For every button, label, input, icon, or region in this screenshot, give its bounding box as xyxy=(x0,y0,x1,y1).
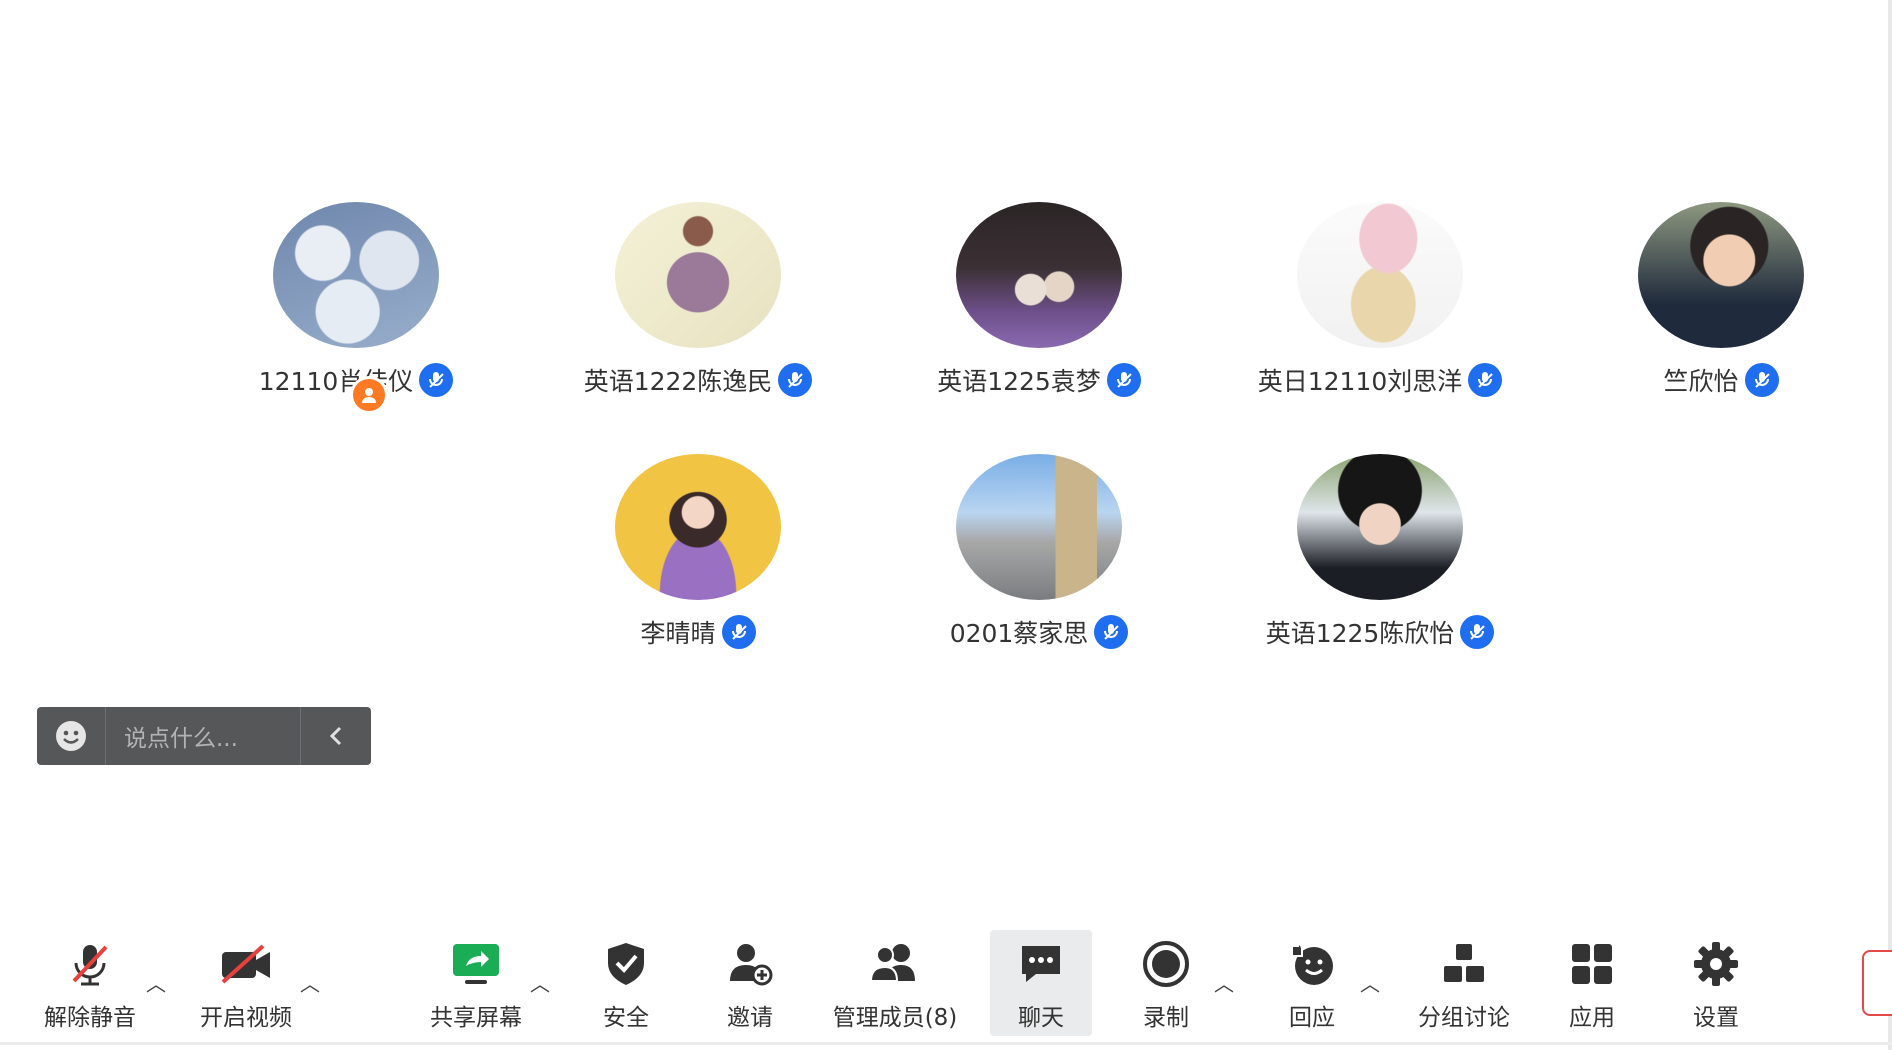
host-badge xyxy=(350,376,388,414)
manage-members-button[interactable]: 管理成员(8) xyxy=(820,930,970,1036)
invite-label: 邀请 xyxy=(727,1005,773,1031)
participant-name: 英语1225陈欣怡 xyxy=(1265,619,1455,648)
person-icon xyxy=(362,388,376,403)
participant-tile[interactable]: 0201蔡家思 xyxy=(889,454,1189,650)
chevron-up-icon[interactable]: ︿ xyxy=(146,968,166,997)
participant-name: 0201蔡家思 xyxy=(949,619,1089,648)
mic-muted-icon xyxy=(72,945,108,986)
participant-tile[interactable]: 英日12110刘思洋 xyxy=(1230,202,1530,398)
mic-icon xyxy=(1106,363,1141,397)
participant-tile[interactable]: 李晴晴 xyxy=(548,454,848,650)
unmute-label: 解除静音 xyxy=(44,1005,136,1031)
gear-icon xyxy=(1694,942,1738,986)
smiley-icon xyxy=(56,721,86,751)
meeting-toolbar: 解除静音 ︿ 开启视频 ︿ 共享屏幕 ︿ 安全 邀请 管理成员(8) 聊天 录制… xyxy=(0,930,1892,1045)
reaction-label: 回应 xyxy=(1289,1005,1335,1031)
chat-button[interactable]: 聊天 xyxy=(990,930,1092,1036)
record-label: 录制 xyxy=(1143,1005,1189,1031)
invite-button[interactable]: 邀请 xyxy=(714,930,786,1036)
avatar xyxy=(273,202,439,348)
participant-name: 12110肖佳仪 xyxy=(258,367,414,396)
chat-placeholder[interactable]: 说点什么... xyxy=(106,719,300,753)
breakout-button[interactable]: 分组讨论 xyxy=(1408,930,1520,1036)
mic-icon xyxy=(1744,363,1779,397)
chat-quick-input[interactable]: 说点什么... xyxy=(37,707,371,765)
breakout-label: 分组讨论 xyxy=(1418,1005,1510,1031)
security-label: 安全 xyxy=(603,1005,649,1031)
chevron-up-icon[interactable]: ︿ xyxy=(1214,968,1234,997)
avatar xyxy=(956,454,1122,600)
apps-button[interactable]: 应用 xyxy=(1556,930,1628,1036)
chevron-up-icon[interactable]: ︿ xyxy=(530,968,550,997)
participant-gallery: 12110肖佳仪 英语1222陈逸民 英语1225袁梦 英日12110刘思洋 竺… xyxy=(0,0,1892,700)
chevron-up-icon[interactable]: ︿ xyxy=(300,968,320,997)
camera-off-icon xyxy=(221,944,270,984)
start-video-button[interactable]: 开启视频 xyxy=(190,930,302,1036)
start-video-label: 开启视频 xyxy=(200,1005,292,1031)
avatar xyxy=(615,454,781,600)
participant-name: 英语1225袁梦 xyxy=(937,367,1101,396)
leave-button[interactable] xyxy=(1862,950,1892,1016)
avatar xyxy=(1297,202,1463,348)
participant-name: 竺欣怡 xyxy=(1663,367,1739,396)
breakout-rooms-icon xyxy=(1444,944,1484,982)
mic-icon xyxy=(721,615,756,649)
emoji-button[interactable] xyxy=(37,707,106,765)
chat-bubble-icon xyxy=(1022,946,1060,982)
apps-grid-icon xyxy=(1572,944,1612,984)
chat-label: 聊天 xyxy=(1018,1005,1064,1031)
shield-icon xyxy=(608,943,644,985)
mic-icon xyxy=(1460,615,1495,649)
participant-name: 李晴晴 xyxy=(640,619,716,648)
avatar xyxy=(1638,202,1804,348)
apps-label: 应用 xyxy=(1569,1005,1615,1031)
mic-icon xyxy=(778,363,813,397)
invite-user-icon xyxy=(730,944,773,986)
mic-icon xyxy=(1468,363,1503,397)
manage-members-label: 管理成员(8) xyxy=(832,1005,958,1031)
record-icon xyxy=(1143,941,1189,987)
unmute-button[interactable]: 解除静音 xyxy=(34,930,146,1036)
avatar xyxy=(956,202,1122,348)
share-screen-button[interactable]: 共享屏幕 xyxy=(420,930,532,1036)
avatar xyxy=(615,202,781,348)
participant-tile[interactable]: 英语1225袁梦 xyxy=(889,202,1189,398)
members-icon xyxy=(869,944,915,982)
participant-tile[interactable]: 12110肖佳仪 xyxy=(206,202,506,414)
chevron-up-icon[interactable]: ︿ xyxy=(1360,968,1380,997)
mic-icon xyxy=(1094,615,1129,649)
reaction-button[interactable]: 回应 xyxy=(1276,930,1348,1036)
security-button[interactable]: 安全 xyxy=(590,930,662,1036)
avatar xyxy=(1297,454,1463,600)
share-screen-label: 共享屏幕 xyxy=(430,1005,522,1031)
participant-tile[interactable]: 竺欣怡 xyxy=(1571,202,1871,398)
participant-tile[interactable]: 英语1222陈逸民 xyxy=(548,202,848,398)
participant-name: 英语1222陈逸民 xyxy=(583,367,773,396)
chevron-left-icon xyxy=(329,726,342,746)
participant-name: 英日12110刘思洋 xyxy=(1257,367,1463,396)
mic-icon xyxy=(419,363,454,397)
participant-tile[interactable]: 英语1225陈欣怡 xyxy=(1230,454,1530,650)
reaction-icon xyxy=(1291,942,1333,985)
collapse-button[interactable] xyxy=(300,707,371,765)
settings-button[interactable]: 设置 xyxy=(1680,930,1752,1036)
share-screen-icon xyxy=(453,944,499,984)
settings-label: 设置 xyxy=(1693,1005,1739,1031)
record-button[interactable]: 录制 xyxy=(1130,930,1202,1036)
